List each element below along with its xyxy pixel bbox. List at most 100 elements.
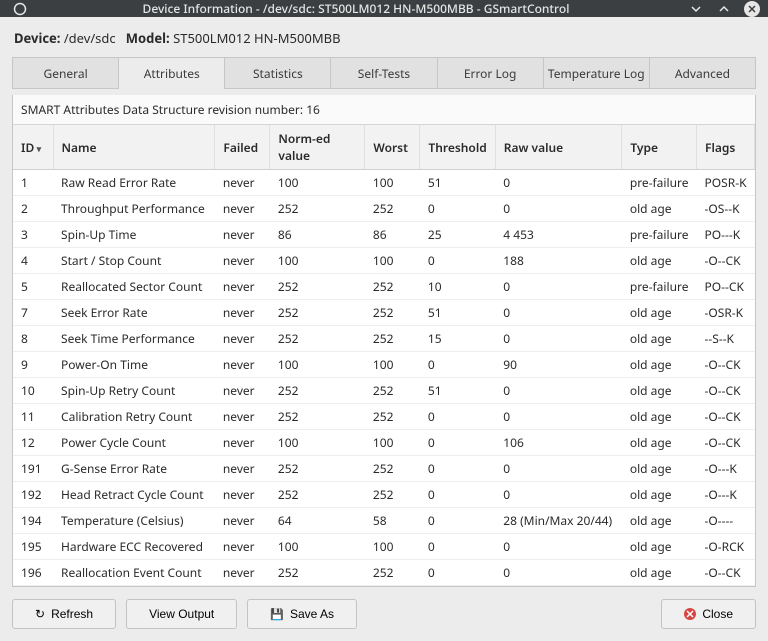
- cell-thr: 51: [420, 170, 495, 196]
- tab-error-log[interactable]: Error Log: [437, 57, 543, 88]
- cell-failed: never: [215, 404, 270, 430]
- table-row[interactable]: 11Calibration Retry Countnever25225200ol…: [13, 404, 755, 430]
- table-row[interactable]: 12Power Cycle Countnever1001000106old ag…: [13, 430, 755, 456]
- cell-id: 11: [13, 404, 53, 430]
- cell-thr: 0: [420, 482, 495, 508]
- col-header-id[interactable]: ID: [13, 125, 53, 170]
- col-header-norm-ed-value[interactable]: Norm-ed value: [270, 125, 365, 170]
- cell-norm: 252: [270, 404, 365, 430]
- tab-advanced[interactable]: Advanced: [649, 57, 756, 88]
- col-header-failed[interactable]: Failed: [215, 125, 270, 170]
- col-header-name[interactable]: Name: [53, 125, 215, 170]
- cell-raw: 4 453: [495, 222, 622, 248]
- spacer: [367, 599, 651, 629]
- cell-raw: 0: [495, 534, 622, 560]
- cell-id: 8: [13, 326, 53, 352]
- cell-worst: 100: [365, 534, 420, 560]
- save-as-label: Save As: [290, 607, 334, 621]
- cell-worst: 58: [365, 508, 420, 534]
- tab-strip: GeneralAttributesStatisticsSelf-TestsErr…: [12, 57, 756, 89]
- app-menu-icon[interactable]: [12, 1, 28, 17]
- minimize-icon[interactable]: [688, 1, 704, 17]
- tab-temperature-log[interactable]: Temperature Log: [543, 57, 649, 88]
- table-row[interactable]: 2Throughput Performancenever25225200old …: [13, 196, 755, 222]
- cell-thr: 51: [420, 300, 495, 326]
- cell-failed: never: [215, 326, 270, 352]
- client-area: Device: /dev/sdc Model: ST500LM012 HN-M5…: [0, 17, 768, 641]
- cell-raw: 0: [495, 326, 622, 352]
- cell-flags: -O---K: [697, 456, 755, 482]
- tab-attributes[interactable]: Attributes: [118, 57, 224, 88]
- table-row[interactable]: 9Power-On Timenever100100090old age-O--C…: [13, 352, 755, 378]
- cell-name: Spin-Up Time: [53, 222, 215, 248]
- cell-worst: 100: [365, 248, 420, 274]
- cell-flags: --S--K: [697, 326, 755, 352]
- table-row[interactable]: 192Head Retract Cycle Countnever25225200…: [13, 482, 755, 508]
- cell-id: 2: [13, 196, 53, 222]
- cell-norm: 100: [270, 352, 365, 378]
- table-row[interactable]: 5Reallocated Sector Countnever252252100p…: [13, 274, 755, 300]
- maximize-icon[interactable]: [716, 1, 732, 17]
- col-header-type[interactable]: Type: [622, 125, 697, 170]
- table-row[interactable]: 10Spin-Up Retry Countnever252252510old a…: [13, 378, 755, 404]
- cell-failed: never: [215, 222, 270, 248]
- cell-raw: 0: [495, 300, 622, 326]
- cell-worst: 252: [365, 560, 420, 586]
- cell-flags: -OS--K: [697, 196, 755, 222]
- tab-statistics[interactable]: Statistics: [224, 57, 330, 88]
- refresh-button[interactable]: Refresh: [12, 599, 116, 629]
- cell-name: Spin-Up Retry Count: [53, 378, 215, 404]
- cell-worst: 86: [365, 222, 420, 248]
- cell-worst: 100: [365, 170, 420, 196]
- cell-id: 192: [13, 482, 53, 508]
- table-row[interactable]: 1Raw Read Error Ratenever100100510pre-fa…: [13, 170, 755, 196]
- tab-self-tests[interactable]: Self-Tests: [330, 57, 436, 88]
- cell-type: pre-failure: [622, 222, 697, 248]
- cell-worst: 252: [365, 378, 420, 404]
- cell-worst: 252: [365, 404, 420, 430]
- cell-thr: 0: [420, 352, 495, 378]
- cell-worst: 252: [365, 326, 420, 352]
- col-header-raw-value[interactable]: Raw value: [495, 125, 622, 170]
- cell-failed: never: [215, 378, 270, 404]
- cell-id: 195: [13, 534, 53, 560]
- window-title: Device Information - /dev/sdc: ST500LM01…: [36, 0, 676, 17]
- cell-failed: never: [215, 352, 270, 378]
- cell-raw: 0: [495, 404, 622, 430]
- table-row[interactable]: 3Spin-Up Timenever8686254 453pre-failure…: [13, 222, 755, 248]
- table-scroll[interactable]: IDNameFailedNorm-ed valueWorstThresholdR…: [13, 125, 755, 586]
- model-label: Model:: [126, 29, 170, 47]
- table-row[interactable]: 191G-Sense Error Ratenever25225200old ag…: [13, 456, 755, 482]
- cell-name: Throughput Performance: [53, 196, 215, 222]
- col-header-flags[interactable]: Flags: [697, 125, 755, 170]
- device-path: /dev/sdc: [64, 29, 116, 47]
- cell-flags: PO--CK: [697, 274, 755, 300]
- save-as-button[interactable]: Save As: [247, 599, 357, 629]
- cell-id: 7: [13, 300, 53, 326]
- cell-thr: 0: [420, 534, 495, 560]
- table-row[interactable]: 194Temperature (Celsius)never6458028 (Mi…: [13, 508, 755, 534]
- table-row[interactable]: 195Hardware ECC Recoverednever10010000ol…: [13, 534, 755, 560]
- cell-thr: 0: [420, 248, 495, 274]
- cell-worst: 252: [365, 482, 420, 508]
- table-row[interactable]: 8Seek Time Performancenever252252150old …: [13, 326, 755, 352]
- cell-flags: -O--CK: [697, 404, 755, 430]
- cell-norm: 100: [270, 248, 365, 274]
- titlebar: Device Information - /dev/sdc: ST500LM01…: [0, 0, 768, 17]
- close-window-icon[interactable]: [744, 1, 760, 17]
- tab-general[interactable]: General: [12, 57, 118, 88]
- close-button[interactable]: Close: [661, 599, 756, 629]
- table-row[interactable]: 7Seek Error Ratenever252252510old age-OS…: [13, 300, 755, 326]
- view-output-button[interactable]: View Output: [126, 599, 237, 629]
- cell-failed: never: [215, 274, 270, 300]
- table-row[interactable]: 4Start / Stop Countnever1001000188old ag…: [13, 248, 755, 274]
- cell-norm: 252: [270, 456, 365, 482]
- col-header-worst[interactable]: Worst: [365, 125, 420, 170]
- revision-text: SMART Attributes Data Structure revision…: [13, 95, 755, 125]
- cell-id: 10: [13, 378, 53, 404]
- table-row[interactable]: 196Reallocation Event Countnever25225200…: [13, 560, 755, 586]
- cell-norm: 252: [270, 482, 365, 508]
- cell-thr: 15: [420, 326, 495, 352]
- cell-norm: 86: [270, 222, 365, 248]
- col-header-threshold[interactable]: Threshold: [420, 125, 495, 170]
